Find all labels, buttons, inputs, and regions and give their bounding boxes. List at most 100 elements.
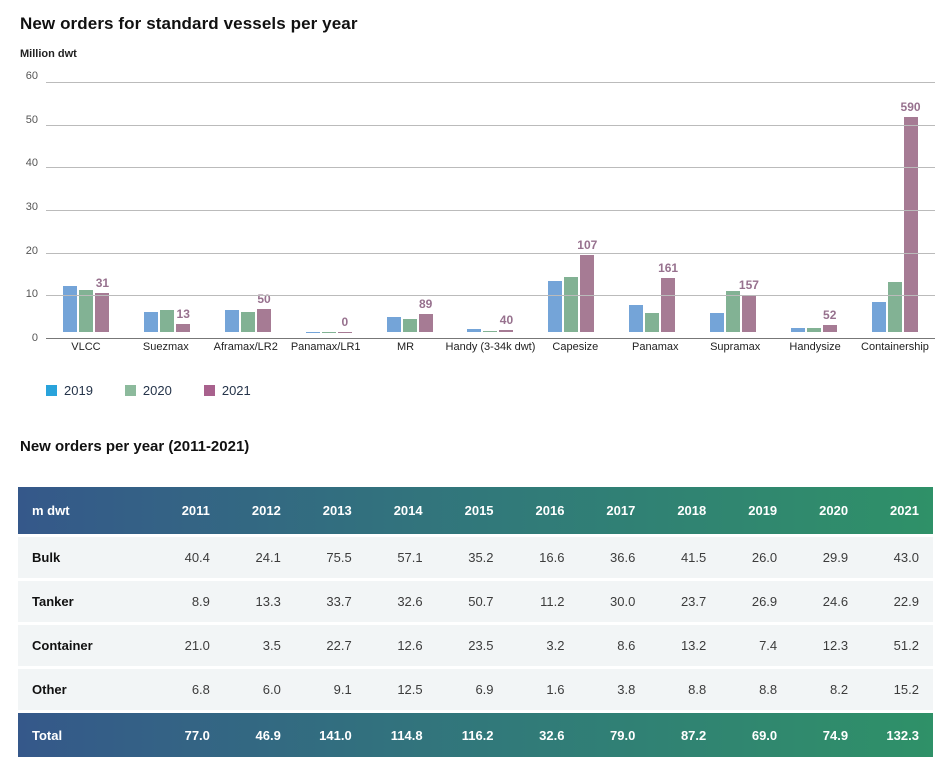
legend-item-2021: 2021 [204, 383, 251, 398]
table-total-row-cell-2011: 77.0 [153, 728, 224, 743]
table-header-row-cell-2018: 2018 [649, 503, 720, 518]
table-row-bulk-cell-2019: 26.0 [720, 550, 791, 565]
table-row-container-cell-2011: 21.0 [153, 638, 224, 653]
gridline-60 [46, 82, 935, 83]
table-row-other-cell-2012: 6.0 [224, 682, 295, 697]
table-row-container-cell-2012: 3.5 [224, 638, 295, 653]
table-row-other-cell-2014: 12.5 [366, 682, 437, 697]
legend-label-2019: 2019 [64, 383, 93, 398]
value-label-2021-containership: 590 [901, 100, 921, 114]
x-label-aframax-lr2: Aframax/LR2 [206, 341, 286, 353]
legend-swatch-icon-2021 [204, 385, 215, 396]
chart-title: New orders for standard vessels per year [20, 14, 935, 34]
y-axis: 0102030405060 [20, 70, 46, 332]
table-row-tanker-cell-2021: 22.9 [862, 594, 933, 609]
x-label-panamax-lr1: Panamax/LR1 [286, 341, 366, 353]
gridline-30 [46, 210, 935, 211]
table-row-container-cell-2013: 22.7 [295, 638, 366, 653]
table-row-bulk-cell-2020: 29.9 [791, 550, 862, 565]
table-total-row-cell-2013: 141.0 [295, 728, 366, 743]
table-row-tanker-cell-2011: 8.9 [153, 594, 224, 609]
bar-2019-containership [872, 302, 886, 332]
table-row-tanker-cell-2014: 32.6 [366, 594, 437, 609]
table-row-bulk-cell-2017: 36.6 [578, 550, 649, 565]
bar-2019-vlcc [63, 286, 77, 332]
table-row-bulk-cell-2013: 75.5 [295, 550, 366, 565]
y-tick-60: 60 [26, 70, 38, 82]
value-label-2021-capesize: 107 [577, 238, 597, 252]
row-label-container: Container [18, 638, 153, 653]
bar-2019-suezmax [144, 312, 158, 332]
x-label-mr: MR [366, 341, 446, 353]
table-row-container-cell-2015: 23.5 [437, 638, 508, 653]
value-label-2021-panamax-lr1: 0 [342, 315, 349, 329]
bar-2020-supramax [726, 291, 740, 332]
table-row-bulk-cell-2015: 35.2 [437, 550, 508, 565]
bar-2021-mr [419, 314, 433, 332]
x-label-vlcc: VLCC [46, 341, 126, 353]
table-header-row-cell-2019: 2019 [720, 503, 791, 518]
row-label-total: Total [18, 728, 153, 743]
bar-2019-capesize [548, 281, 562, 332]
table-row-tanker-cell-2015: 50.7 [437, 594, 508, 609]
bar-2021-suezmax [176, 324, 190, 332]
gridline-40 [46, 167, 935, 168]
table-row-other-cell-2015: 6.9 [437, 682, 508, 697]
gridline-0 [46, 338, 935, 339]
legend-label-2020: 2020 [143, 383, 172, 398]
chart-legend: 2019 2020 2021 [46, 383, 935, 398]
table-title: New orders per year (2011-2021) [20, 438, 935, 455]
gridline-20 [46, 253, 935, 254]
x-label-panamax: Panamax [615, 341, 695, 353]
x-label-capesize: Capesize [535, 341, 615, 353]
bar-2020-containership [888, 282, 902, 332]
table-total-row-cell-2016: 32.6 [508, 728, 579, 743]
bar-2019-aframax-lr2 [225, 310, 239, 332]
legend-swatch-icon-2020 [125, 385, 136, 396]
bar-2021-supramax [742, 295, 756, 332]
table-header-row-cell-2012: 2012 [224, 503, 295, 518]
bar-2019-mr [387, 317, 401, 332]
bar-chart: 0102030405060 3113500894010716115752590 [20, 70, 935, 332]
table-total-row-cell-2021: 132.3 [862, 728, 933, 743]
bar-2021-handy-3-34k-dwt [499, 330, 513, 332]
table-row-other: Other6.86.09.112.56.91.63.88.88.88.215.2 [18, 669, 933, 710]
bar-2019-handysize [791, 328, 805, 332]
bar-2019-panamax [629, 305, 643, 332]
row-label-bulk: Bulk [18, 550, 153, 565]
bar-2020-suezmax [160, 310, 174, 332]
table-total-row-cell-2017: 79.0 [578, 728, 649, 743]
legend-swatch-icon-2019 [46, 385, 57, 396]
table-row-other-cell-2013: 9.1 [295, 682, 366, 697]
table-total-row-cell-2020: 74.9 [791, 728, 862, 743]
table-total-row-cell-2019: 69.0 [720, 728, 791, 743]
table-row-container-cell-2018: 13.2 [649, 638, 720, 653]
chart-section: New orders for standard vessels per year… [20, 14, 935, 398]
table-row-container-cell-2017: 8.6 [578, 638, 649, 653]
table-row-bulk-cell-2016: 16.6 [508, 550, 579, 565]
table-header-row-cell-2016: 2016 [508, 503, 579, 518]
table-row-other-cell-2017: 3.8 [578, 682, 649, 697]
table-row-tanker-cell-2019: 26.9 [720, 594, 791, 609]
table-row-bulk: Bulk40.424.175.557.135.216.636.641.526.0… [18, 537, 933, 578]
y-tick-0: 0 [32, 332, 38, 344]
table-row-tanker-cell-2018: 23.7 [649, 594, 720, 609]
legend-item-2019: 2019 [46, 383, 93, 398]
x-label-handy-3-34k-dwt: Handy (3-34k dwt) [446, 341, 536, 353]
bar-2021-panamax [661, 278, 675, 332]
table-total-row-cell-2012: 46.9 [224, 728, 295, 743]
table-total-row-cell-2015: 116.2 [437, 728, 508, 743]
table-row-other-cell-2011: 6.8 [153, 682, 224, 697]
table-row-container-cell-2020: 12.3 [791, 638, 862, 653]
table-row-container-cell-2021: 51.2 [862, 638, 933, 653]
table-section: New orders per year (2011-2021) m dwt201… [20, 438, 935, 757]
value-label-2021-panamax: 161 [658, 261, 678, 275]
table-header-row: m dwt20112012201320142015201620172018201… [18, 487, 933, 534]
bar-2021-aframax-lr2 [257, 309, 271, 332]
gridline-10 [46, 295, 935, 296]
table-header-row-cell-2020: 2020 [791, 503, 862, 518]
table-row-bulk-cell-2018: 41.5 [649, 550, 720, 565]
table-header-row-cell-2021: 2021 [862, 503, 933, 518]
bar-2021-handysize [823, 325, 837, 332]
table-header-row-cell-2015: 2015 [437, 503, 508, 518]
